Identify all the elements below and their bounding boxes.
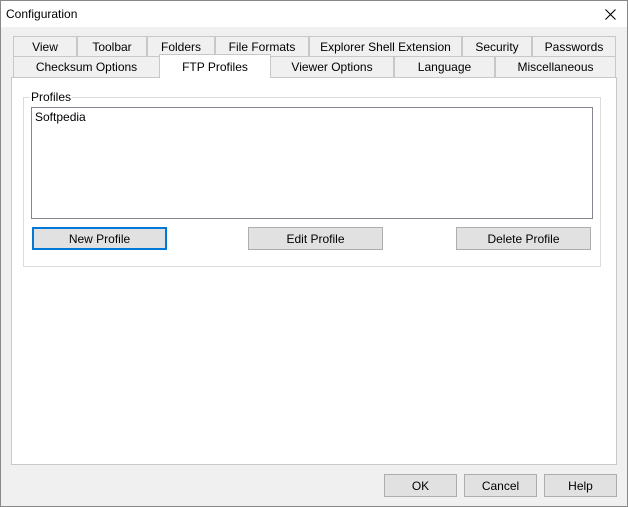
ok-button[interactable]: OK	[384, 474, 457, 497]
tab-label: FTP Profiles	[182, 59, 248, 74]
delete-profile-button[interactable]: Delete Profile	[456, 227, 591, 250]
new-profile-button[interactable]: New Profile	[32, 227, 167, 250]
list-item[interactable]: Softpedia	[32, 108, 592, 126]
tab-label: Explorer Shell Extension	[320, 40, 451, 54]
tab-panel-ftp-profiles: Profiles Softpedia New Profile Edit Prof…	[11, 77, 617, 465]
tab-viewer-options[interactable]: Viewer Options	[270, 56, 394, 77]
help-button[interactable]: Help	[544, 474, 617, 497]
configuration-dialog: Configuration View Toolbar Folders File …	[0, 0, 628, 507]
tab-label: Viewer Options	[291, 60, 373, 74]
tab-security[interactable]: Security	[462, 36, 532, 57]
profiles-group-label: Profiles	[30, 90, 73, 104]
edit-profile-button[interactable]: Edit Profile	[248, 227, 383, 250]
tab-miscellaneous[interactable]: Miscellaneous	[495, 56, 616, 77]
profiles-groupbox: Profiles Softpedia New Profile Edit Prof…	[23, 90, 601, 267]
tab-label: Toolbar	[92, 40, 132, 54]
tab-toolbar[interactable]: Toolbar	[77, 36, 147, 57]
tab-label: File Formats	[228, 40, 296, 54]
tab-label: Passwords	[544, 40, 604, 54]
tab-control: View Toolbar Folders File Formats Explor…	[11, 35, 617, 465]
tab-explorer-shell-extension[interactable]: Explorer Shell Extension	[309, 36, 462, 57]
tab-view[interactable]: View	[13, 36, 77, 57]
close-icon	[604, 8, 616, 20]
close-button[interactable]	[593, 1, 627, 27]
tab-label: Miscellaneous	[517, 60, 594, 74]
tab-label: View	[32, 40, 58, 54]
tab-label: Language	[417, 60, 472, 74]
tab-label: Security	[475, 40, 519, 54]
cancel-button[interactable]: Cancel	[464, 474, 537, 497]
profiles-listbox[interactable]: Softpedia	[31, 107, 593, 219]
tab-checksum-options[interactable]: Checksum Options	[13, 56, 160, 77]
tab-passwords[interactable]: Passwords	[532, 36, 616, 57]
tab-ftp-profiles[interactable]: FTP Profiles	[159, 54, 271, 78]
tab-language[interactable]: Language	[394, 56, 495, 77]
tab-label: Checksum Options	[35, 60, 138, 74]
tab-label: Folders	[160, 40, 201, 54]
window-title: Configuration	[6, 7, 78, 21]
title-bar: Configuration	[1, 1, 627, 27]
